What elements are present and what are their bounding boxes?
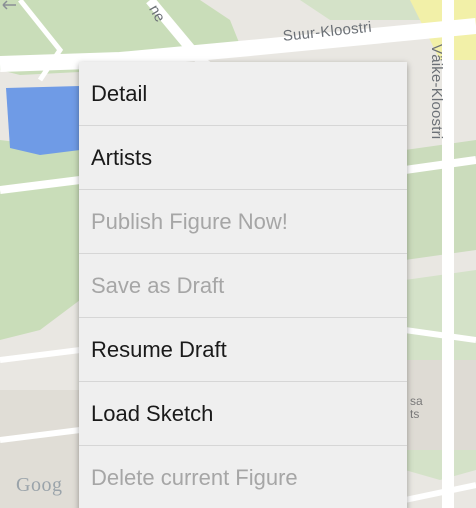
menu-item-label: Artists <box>91 144 153 170</box>
menu-item-load-sketch[interactable]: Load Sketch <box>79 382 407 446</box>
street-label-vaike-kloostri: Väike-Kloostri <box>428 44 445 140</box>
menu-item-label: Delete current Figure <box>91 464 298 490</box>
menu-item-detail[interactable]: Detail <box>79 62 407 126</box>
one-way-arrow-icon <box>2 0 16 10</box>
menu-item-delete-current-figure: Delete current Figure <box>79 446 407 508</box>
menu-item-label: Detail <box>91 80 148 106</box>
poi-label-partial-2: ts <box>410 407 420 421</box>
poi-label-partial-1: sa <box>410 394 423 408</box>
menu-item-label: Publish Figure Now! <box>91 208 288 234</box>
menu-item-label: Resume Draft <box>91 336 227 362</box>
menu-item-resume-draft[interactable]: Resume Draft <box>79 318 407 382</box>
menu-item-label: Load Sketch <box>91 400 214 426</box>
menu-item-artists[interactable]: Artists <box>79 126 407 190</box>
menu-item-label: Save as Draft <box>91 272 225 298</box>
menu-item-publish-figure-now: Publish Figure Now! <box>79 190 407 254</box>
google-logo: Goog <box>16 474 63 496</box>
context-menu: Detail Artists Publish Figure Now! Save … <box>79 62 407 508</box>
screen: ne Suur-Kloostri Väike-Kloostri sa ts Go… <box>0 0 476 508</box>
menu-item-save-as-draft: Save as Draft <box>79 254 407 318</box>
